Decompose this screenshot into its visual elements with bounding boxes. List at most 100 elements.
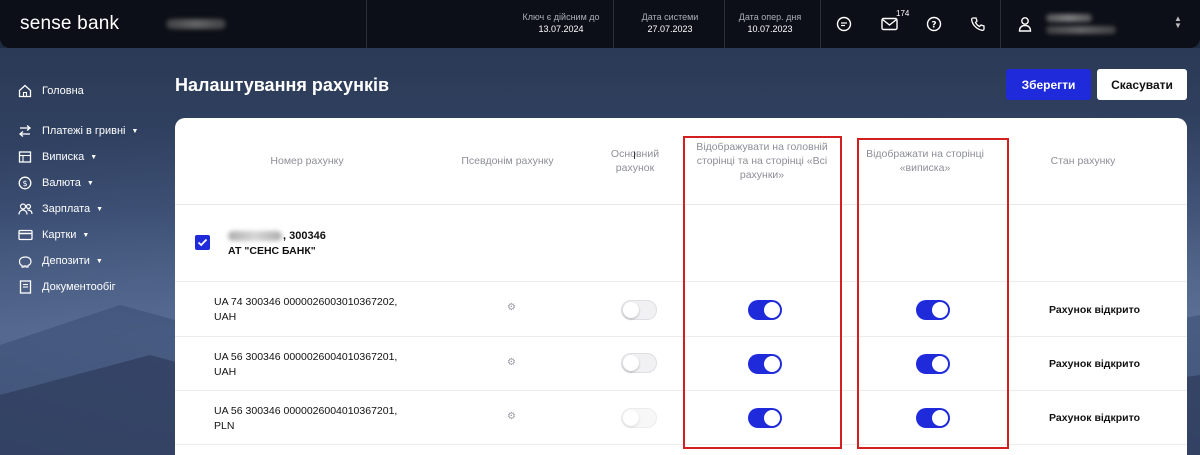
- sidebar-item-statement[interactable]: Виписка ▼: [16, 144, 166, 170]
- header-account-number: Номер рахунку: [270, 154, 344, 167]
- header-status: Стан рахунку: [1050, 154, 1116, 167]
- user-menu-caret[interactable]: ▲ ▼: [1174, 15, 1182, 30]
- oper-day-label: Дата опер. дня: [738, 12, 802, 22]
- header-show-main: Відображувати на головній сторінці та на…: [696, 140, 828, 182]
- chevron-down-icon: ▼: [86, 179, 94, 187]
- account-iban: UA 74 300346 0000026003010367202,: [214, 296, 398, 308]
- chevron-down-icon: ▼: [96, 205, 104, 213]
- organization-name-blurred: [166, 19, 226, 29]
- sidebar-item-home[interactable]: Головна: [16, 78, 166, 104]
- sidebar-item-documents[interactable]: Документообіг: [16, 274, 166, 300]
- user-company-blurred: [1046, 26, 1116, 34]
- checkmark-icon: [197, 238, 208, 247]
- piggybank-icon: [16, 253, 34, 269]
- sidebar-item-payments[interactable]: Платежі в гривні ▼: [16, 118, 166, 144]
- gear-icon[interactable]: ⚙: [507, 302, 516, 313]
- sidebar-item-label: Платежі в гривні: [42, 125, 126, 137]
- row-divider: [175, 390, 1187, 391]
- text-cursor-icon: I: [633, 150, 637, 162]
- row-divider: [175, 444, 1187, 445]
- system-date: Дата системи 27.07.2023: [632, 12, 708, 34]
- topbar-divider: [724, 0, 725, 48]
- sidebar-item-label: Валюта: [42, 177, 81, 189]
- account-group-code: , 300346: [283, 230, 326, 242]
- table-row-account: UA 56 300346 0000026004010367201, PLN: [214, 404, 397, 434]
- phone-icon[interactable]: [968, 14, 988, 34]
- sidebar-item-salary[interactable]: Зарплата ▼: [16, 196, 166, 222]
- account-group-bank: АТ "СЕНС БАНК": [228, 245, 316, 257]
- account-group-name-blurred: [228, 231, 282, 241]
- key-valid-value: 13.07.2024: [538, 24, 584, 34]
- mail-count-badge: 174: [896, 9, 910, 18]
- oper-day-value: 10.07.2023: [747, 24, 793, 34]
- sidebar-item-label: Картки: [42, 229, 77, 241]
- sidebar-item-label: Документообіг: [42, 281, 116, 293]
- show-statement-toggle[interactable]: [916, 408, 950, 428]
- topbar-divider: [366, 0, 367, 48]
- key-valid-label: Ключ є дійсним до: [522, 12, 600, 22]
- user-icon[interactable]: [1015, 14, 1035, 34]
- save-button[interactable]: Зберегти: [1006, 69, 1091, 100]
- system-date-label: Дата системи: [641, 12, 699, 22]
- document-icon: [16, 279, 34, 295]
- main-account-toggle[interactable]: [621, 300, 657, 320]
- topbar-divider: [1000, 0, 1001, 48]
- key-validity: Ключ є дійсним до 13.07.2024: [518, 12, 604, 34]
- home-icon: [16, 83, 34, 99]
- chat-icon[interactable]: [834, 14, 854, 34]
- table-row-account: UA 56 300346 0000026004010367201, UAH: [214, 350, 397, 380]
- sidebar-item-label: Головна: [42, 85, 84, 97]
- header-show-statement: Відображати на сторінці «виписка»: [866, 147, 984, 174]
- account-status: Рахунок відкрито: [1049, 412, 1141, 424]
- account-iban: UA 56 300346 0000026004010367201,: [214, 405, 398, 417]
- sidebar-item-label: Виписка: [42, 151, 85, 163]
- svg-text:$: $: [22, 179, 27, 188]
- oper-day-date: Дата опер. дня 10.07.2023: [734, 12, 806, 34]
- chevron-down-icon: ▼: [90, 153, 98, 161]
- sidebar: Головна Платежі в гривні ▼ Виписка ▼ $ В…: [16, 78, 166, 300]
- sidebar-item-currency[interactable]: $ Валюта ▼: [16, 170, 166, 196]
- show-main-toggle[interactable]: [748, 354, 782, 374]
- brand-logo[interactable]: sense bank: [20, 13, 120, 35]
- cancel-button[interactable]: Скасувати: [1097, 69, 1187, 100]
- chevron-down-icon: ▼: [82, 231, 90, 239]
- sidebar-item-deposits[interactable]: Депозити ▼: [16, 248, 166, 274]
- sidebar-item-cards[interactable]: Картки ▼: [16, 222, 166, 248]
- header-divider: [175, 204, 1187, 205]
- currency-icon: $: [16, 175, 34, 191]
- topbar-divider: [613, 0, 614, 48]
- show-main-toggle[interactable]: [748, 300, 782, 320]
- show-statement-toggle[interactable]: [916, 354, 950, 374]
- show-statement-toggle[interactable]: [916, 300, 950, 320]
- row-divider: [175, 336, 1187, 337]
- chevron-down-icon: ▼: [95, 257, 103, 265]
- account-currency: UAH: [214, 311, 237, 324]
- svg-text:?: ?: [931, 21, 936, 31]
- sidebar-item-label: Зарплата: [42, 203, 91, 215]
- main-account-toggle[interactable]: [621, 408, 657, 428]
- gear-icon[interactable]: ⚙: [507, 411, 516, 422]
- account-group-checkbox[interactable]: [195, 235, 210, 250]
- main-account-toggle[interactable]: [621, 353, 657, 373]
- account-iban: UA 56 300346 0000026004010367201,: [214, 351, 398, 363]
- account-status: Рахунок відкрито: [1049, 304, 1141, 316]
- help-icon[interactable]: ?: [924, 14, 944, 34]
- people-icon: [16, 201, 34, 217]
- header-alias: Псевдонім рахунку: [461, 154, 554, 167]
- account-currency: UAH: [214, 366, 237, 379]
- account-status: Рахунок відкрито: [1049, 358, 1141, 370]
- row-divider: [175, 281, 1187, 282]
- accounts-settings-table: Номер рахунку Псевдонім рахунку Основний…: [175, 118, 1187, 455]
- system-date-value: 27.07.2023: [647, 24, 693, 34]
- topbar-divider: [820, 0, 821, 48]
- user-name-blurred: [1046, 14, 1092, 22]
- table-row-account: UA 74 300346 0000026003010367202, UAH: [214, 295, 397, 325]
- sidebar-item-label: Депозити: [42, 255, 90, 267]
- card-icon: [16, 227, 34, 243]
- gear-icon[interactable]: ⚙: [507, 357, 516, 368]
- statement-icon: [16, 149, 34, 165]
- account-currency: PLN: [214, 420, 235, 433]
- show-main-toggle[interactable]: [748, 408, 782, 428]
- transfer-icon: [16, 123, 34, 139]
- chevron-down-icon: ▼: [131, 127, 139, 135]
